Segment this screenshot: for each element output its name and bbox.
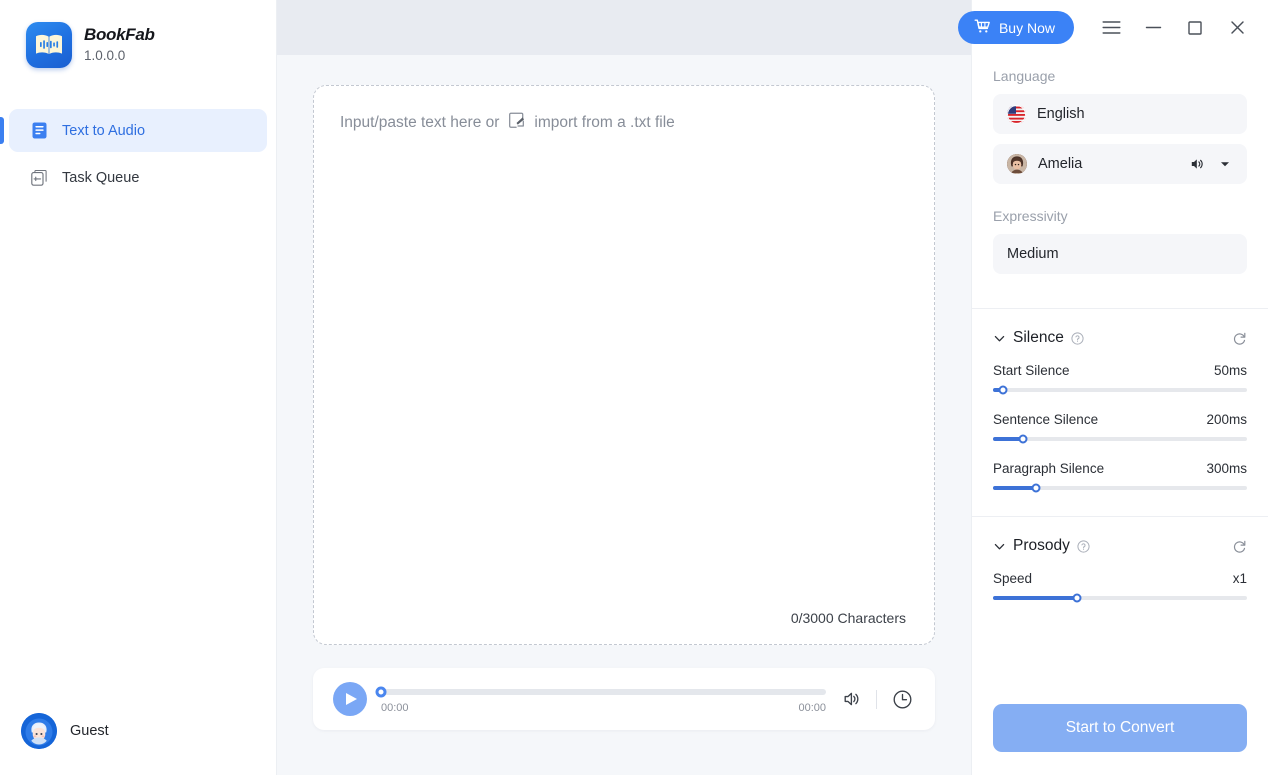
total-time: 00:00 (798, 701, 826, 714)
slider-label: Paragraph Silence (993, 461, 1105, 476)
text-input-area[interactable]: Input/paste text here or import from a .… (313, 85, 935, 645)
slider-row: Speed x1 (993, 571, 1247, 603)
expressivity-label: Expressivity (993, 208, 1068, 224)
editor-placeholder: Input/paste text here or import from a .… (340, 112, 906, 134)
start-convert-button[interactable]: Start to Convert (993, 704, 1247, 752)
buy-now-label: Buy Now (998, 19, 1055, 36)
sentence-silence-slider[interactable] (993, 434, 1247, 444)
slider-label: Sentence Silence (993, 412, 1099, 427)
slider-thumb[interactable] (1031, 483, 1041, 493)
maximize-icon[interactable] (1174, 9, 1216, 47)
prosody-header: Prosody (993, 537, 1247, 555)
voice-select[interactable]: Amelia (993, 144, 1247, 184)
player-divider (876, 689, 877, 709)
clock-history-icon[interactable] (891, 688, 913, 710)
us-flag-icon (1007, 104, 1026, 124)
playback-progress[interactable]: 00:00 00:00 (375, 685, 826, 714)
app-version: 1.0.0.0 (84, 48, 126, 63)
slider-fill (993, 486, 1037, 490)
title-bar (277, 0, 971, 55)
document-text-icon (30, 122, 48, 140)
slider-row: Start Silence 50ms (993, 363, 1247, 395)
refresh-icon[interactable] (1232, 539, 1247, 554)
voice-avatar (1007, 154, 1027, 174)
question-circle-icon[interactable] (1071, 331, 1084, 345)
progress-track[interactable] (375, 686, 826, 697)
time-labels: 00:00 00:00 (381, 702, 826, 714)
user-name: Guest (70, 723, 109, 739)
paragraph-silence-slider[interactable] (993, 483, 1247, 493)
shopping-cart-icon (974, 18, 991, 37)
slider-value: 300ms (1206, 461, 1247, 476)
prosody-section: Prosody Speed x1 (972, 517, 1268, 620)
window-controls: Buy Now (957, 0, 1268, 55)
close-icon[interactable] (1216, 9, 1258, 47)
slider-row: Sentence Silence 200ms (993, 412, 1247, 444)
volume-icon[interactable] (840, 688, 862, 710)
add-square-icon (30, 169, 48, 187)
application-window: BookFab 1.0.0.0 Text to Audio Task Queue… (0, 0, 1268, 775)
start-silence-slider[interactable] (993, 385, 1247, 395)
slider-thumb[interactable] (1018, 434, 1028, 444)
settings-panel: Language English Amelia Expressivity Med… (971, 0, 1268, 775)
sidebar-item-task-queue[interactable]: Task Queue (9, 156, 267, 199)
expressivity-value: Medium (1007, 246, 1059, 262)
play-button[interactable] (333, 682, 367, 716)
chevron-down-icon[interactable] (1216, 156, 1233, 173)
slider-row: Paragraph Silence 300ms (993, 461, 1247, 493)
character-counter: 0/3000 Characters (790, 610, 906, 626)
slider-thumb[interactable] (1072, 593, 1082, 603)
speed-slider[interactable] (993, 593, 1247, 603)
silence-header: Silence (993, 329, 1247, 347)
import-txt-button[interactable]: import from a .txt file (508, 112, 675, 134)
chevron-down-icon[interactable] (993, 332, 1006, 345)
question-circle-icon[interactable] (1077, 539, 1090, 553)
minimize-icon[interactable] (1132, 9, 1174, 47)
slider-fill (993, 596, 1077, 600)
hamburger-menu-icon[interactable] (1090, 9, 1132, 47)
slider-value: 50ms (1213, 363, 1247, 378)
app-name: BookFab (84, 25, 155, 44)
import-label: import from a .txt file (534, 114, 675, 131)
sidebar-nav: Text to Audio Task Queue (0, 109, 276, 199)
language-value: English (1037, 106, 1085, 122)
prosody-title: Prosody (1013, 537, 1070, 554)
sidebar-item-text-to-audio[interactable]: Text to Audio (0, 109, 267, 152)
file-import-icon (508, 112, 525, 134)
brand: BookFab 1.0.0.0 (0, 0, 276, 68)
editor-area: Input/paste text here or import from a .… (277, 55, 971, 775)
app-logo-icon (26, 22, 72, 68)
progress-thumb[interactable] (375, 686, 387, 697)
language-label: Language (993, 68, 1056, 84)
editor-placeholder-text: Input/paste text here or (340, 114, 500, 131)
sidebar: BookFab 1.0.0.0 Text to Audio Task Queue… (0, 0, 277, 775)
audio-player: 00:00 00:00 (313, 668, 935, 730)
sidebar-item-label: Text to Audio (62, 122, 146, 139)
speaker-icon[interactable] (1188, 156, 1205, 173)
chevron-down-icon[interactable] (993, 540, 1006, 553)
voice-value: Amelia (1038, 156, 1083, 172)
expressivity-select[interactable]: Medium (993, 234, 1247, 274)
refresh-icon[interactable] (1232, 331, 1247, 346)
slider-value: x1 (1232, 571, 1247, 586)
user-profile[interactable]: Guest (21, 713, 109, 749)
silence-title: Silence (1013, 329, 1064, 346)
slider-label: Speed (993, 571, 1033, 586)
current-time: 00:00 (381, 701, 409, 714)
language-select[interactable]: English (993, 94, 1247, 134)
slider-label: Start Silence (993, 363, 1070, 378)
sidebar-item-label: Task Queue (62, 169, 140, 186)
silence-section: Silence Start Silence 50ms Sentence Sile… (972, 309, 1268, 510)
buy-now-button[interactable]: Buy Now (957, 11, 1074, 44)
avatar (21, 713, 57, 749)
slider-value: 200ms (1206, 412, 1247, 427)
main-content: Input/paste text here or import from a .… (277, 0, 971, 775)
slider-thumb[interactable] (998, 385, 1008, 395)
